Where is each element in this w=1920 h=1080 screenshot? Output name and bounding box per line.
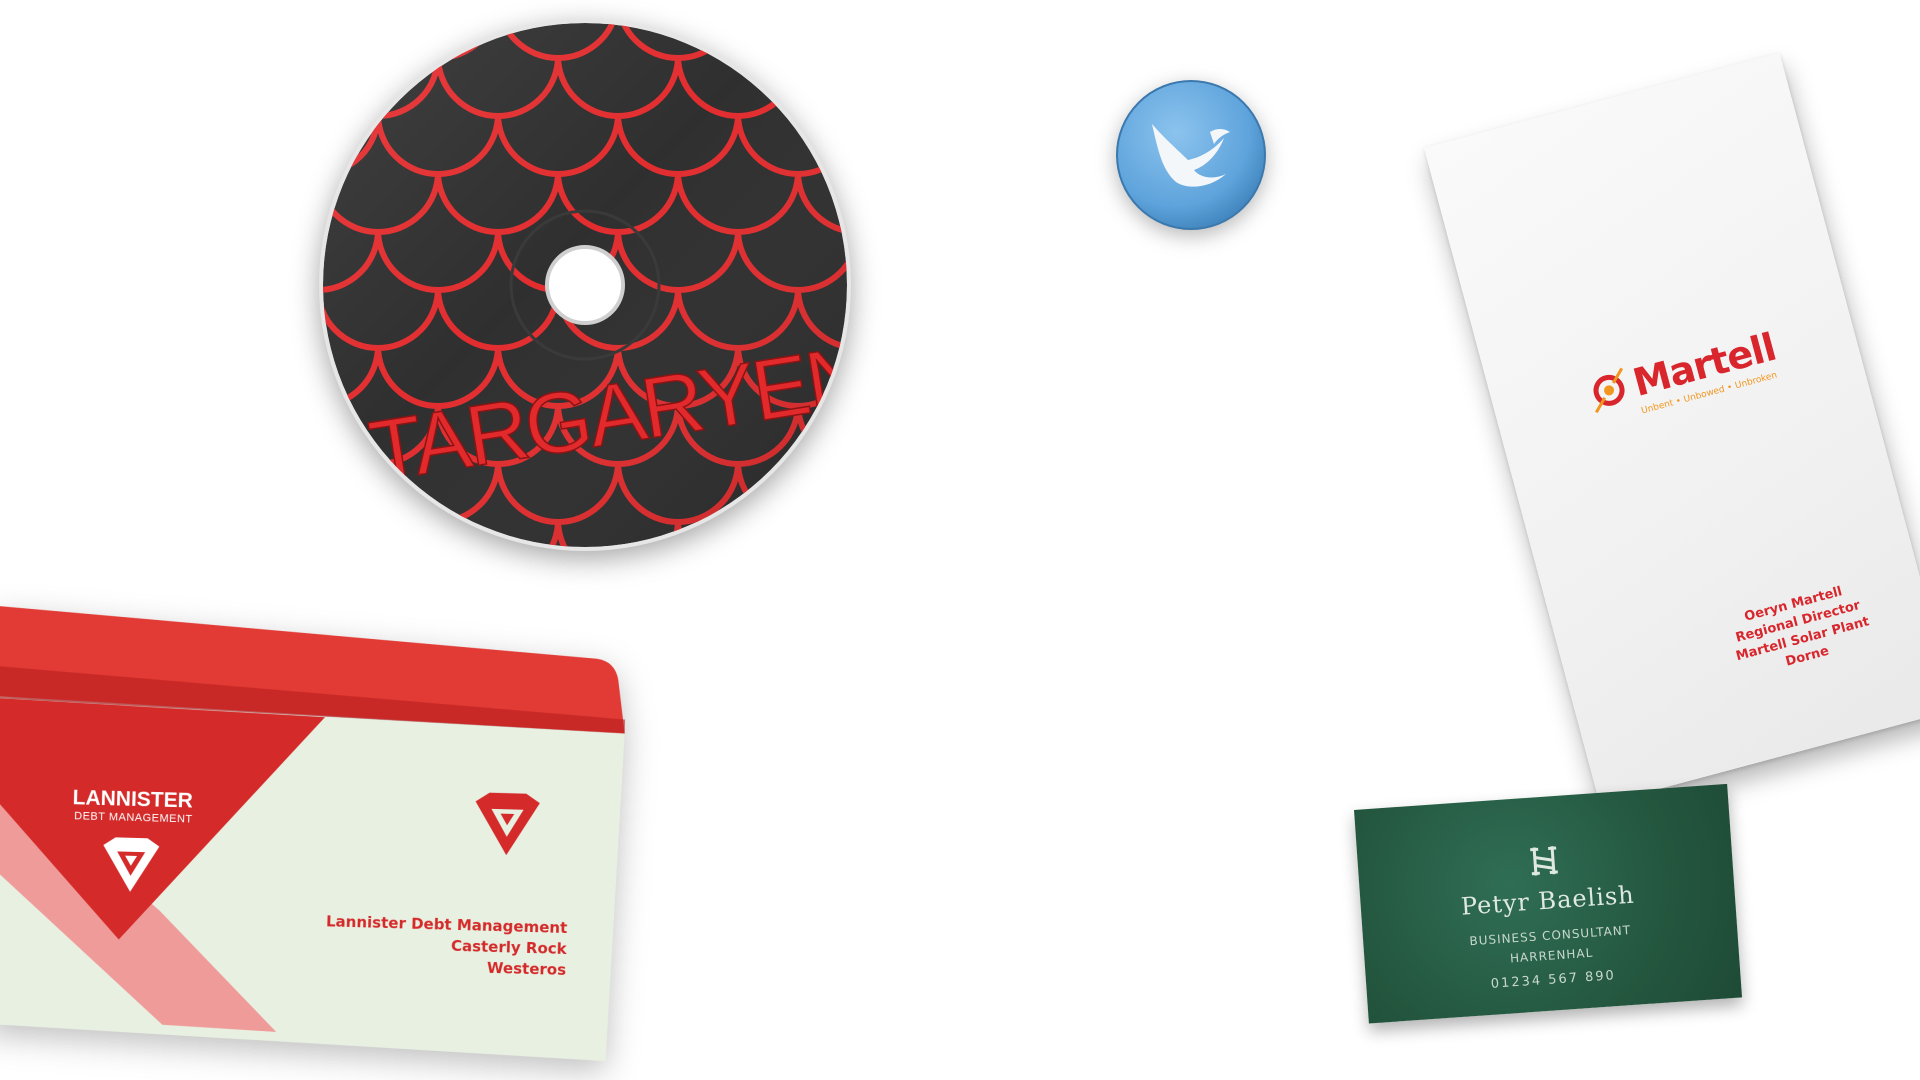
- lion-gem-icon: [103, 837, 160, 892]
- martell-compliment-card: Martell Unbent • Unbowed • Unbroken Oery…: [1424, 52, 1920, 805]
- scale-arc: [795, 55, 847, 119]
- envelope-address: Lannister Debt Management Casterly Rock …: [325, 911, 568, 981]
- scale-arc: [735, 23, 847, 61]
- cd-center-hole: [545, 245, 625, 325]
- baelish-business-card: Petyr Baelish BUSINESS CONSULTANT HARREN…: [1354, 783, 1743, 1024]
- scale-arc: [323, 519, 441, 547]
- martell-address: Oeryn Martell Regional Director Martell …: [1725, 578, 1876, 683]
- scale-arc: [323, 461, 381, 525]
- envelope-brand-name: LANNISTER: [72, 786, 194, 813]
- scale-arc: [323, 23, 381, 61]
- targaryen-cd: TARGARYEN: [319, 19, 851, 551]
- lion-gem-icon: [475, 792, 540, 856]
- sun-spear-icon: [1593, 367, 1625, 414]
- scale-arc: [795, 519, 847, 547]
- lannister-envelope: LANNISTER DEBT MANAGEMENT Lannister Debt…: [0, 606, 638, 1074]
- ladder-icon: [1530, 846, 1558, 876]
- blue-pin-badge: [1116, 80, 1266, 230]
